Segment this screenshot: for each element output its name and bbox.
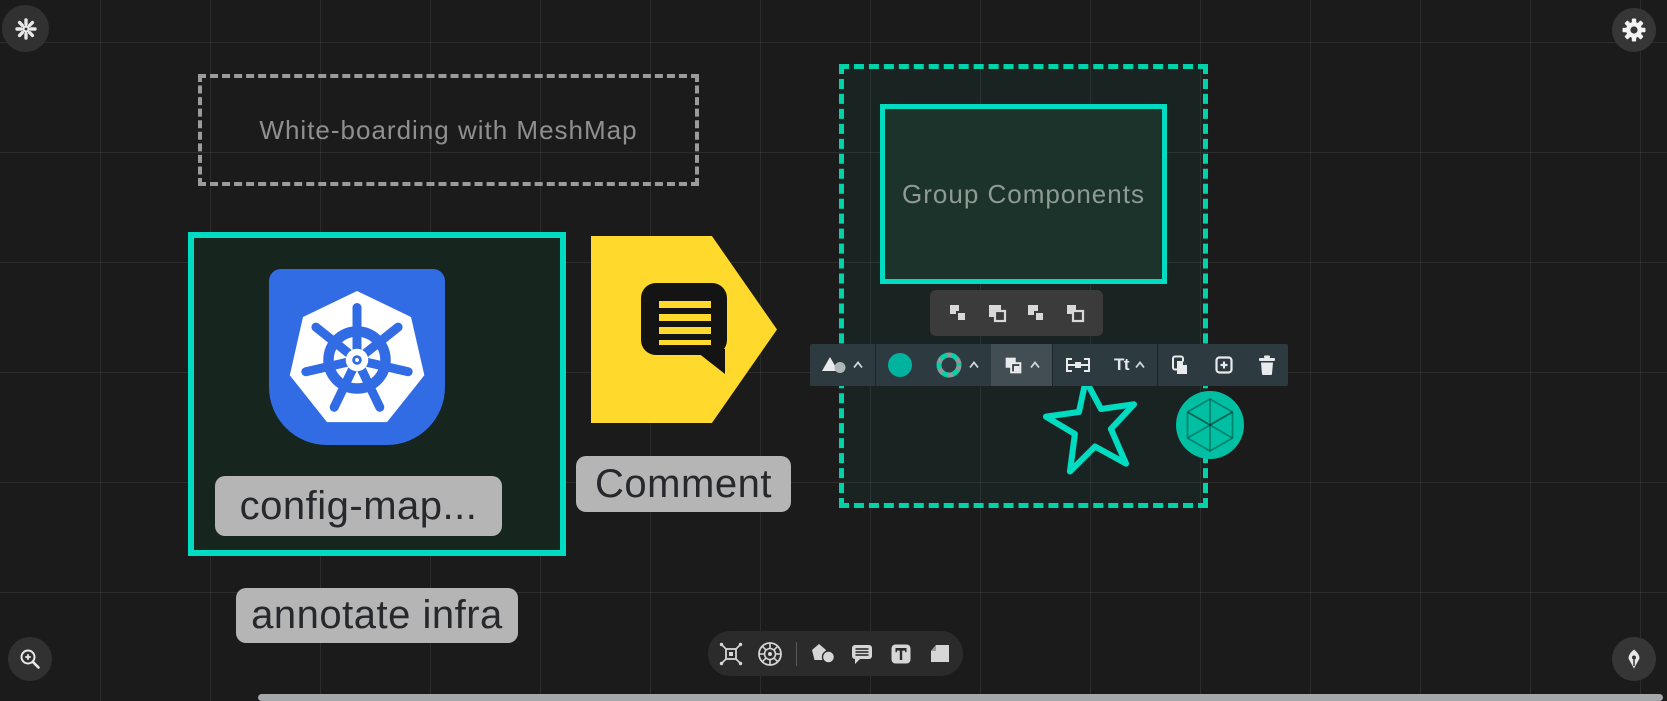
meshery-pattern-circle[interactable]: [1176, 391, 1244, 459]
send-backward-button[interactable]: [982, 298, 1012, 328]
component-name-text: config-map...: [240, 484, 478, 529]
kubernetes-wheel-icon: [282, 282, 432, 432]
chevron-up-icon: [852, 361, 864, 369]
dock-separator: [796, 642, 797, 666]
group-components-box[interactable]: Group Components: [880, 104, 1167, 284]
shapes-icon: [821, 356, 847, 374]
arrange-button[interactable]: [991, 344, 1052, 386]
text-style-button[interactable]: Tt: [1103, 344, 1157, 386]
bring-forward-button[interactable]: [1021, 298, 1051, 328]
fill-color-button[interactable]: [876, 344, 924, 386]
circuit-node-icon: [718, 641, 744, 667]
width-resize-icon: [1064, 356, 1092, 374]
horizontal-scrollbar[interactable]: [258, 694, 1663, 701]
whiteboard-note-box[interactable]: White-boarding with MeshMap: [198, 74, 699, 186]
shapes-tool-button[interactable]: [810, 641, 836, 667]
bring-forward-icon: [1024, 301, 1048, 325]
zoom-in-button[interactable]: [8, 637, 52, 681]
merge-node-tool-button[interactable]: [718, 641, 744, 667]
kubernetes-shape[interactable]: [269, 269, 445, 445]
tool-dock: [708, 631, 963, 676]
meshery-logo-icon: [13, 16, 39, 42]
comment-label-tag[interactable]: Comment: [576, 456, 791, 512]
bring-to-front-button[interactable]: [1060, 298, 1090, 328]
border-style-button[interactable]: [924, 344, 991, 386]
text-tool-button[interactable]: [888, 641, 914, 667]
text-style-label: Tt: [1114, 355, 1129, 375]
pen-nib-icon: [1622, 647, 1646, 671]
comment-shape[interactable]: [591, 236, 777, 423]
kubernetes-component-box[interactable]: config-map...: [188, 232, 566, 556]
chevron-up-icon: [1029, 361, 1041, 369]
kubernetes-wheel-icon: [757, 641, 783, 667]
speech-bubble-icon: [849, 641, 875, 667]
duplicate-plus-icon: [1213, 354, 1235, 376]
group-components-label: Group Components: [902, 179, 1145, 210]
annotation-text: annotate infra: [251, 593, 503, 638]
comment-label-text: Comment: [595, 462, 772, 507]
shape-picker-button[interactable]: [810, 344, 875, 386]
meshery-menu-button[interactable]: [2, 5, 49, 52]
annotation-tag[interactable]: annotate infra: [236, 588, 518, 643]
color-dot-icon: [887, 352, 913, 378]
comment-tool-button[interactable]: [849, 641, 875, 667]
gear-icon: [1621, 17, 1647, 43]
delete-button[interactable]: [1246, 344, 1288, 386]
shapes-filled-icon: [810, 642, 836, 666]
star-shape[interactable]: [1030, 370, 1154, 481]
copy-button[interactable]: [1158, 344, 1202, 386]
magnifier-plus-icon: [18, 647, 42, 671]
copy-icon: [1169, 354, 1191, 376]
kubernetes-tool-button[interactable]: [757, 641, 783, 667]
sticky-note-tool-button[interactable]: [927, 641, 953, 667]
text-square-icon: [888, 641, 914, 667]
duplicate-button[interactable]: [1202, 344, 1246, 386]
chevron-up-icon: [968, 361, 980, 369]
zorder-toolbar: [930, 290, 1103, 336]
component-name-tag[interactable]: config-map...: [215, 476, 502, 536]
resize-width-button[interactable]: [1053, 344, 1103, 386]
sticky-note-icon: [927, 641, 953, 667]
bring-to-front-icon: [1063, 301, 1087, 325]
send-backward-icon: [985, 301, 1009, 325]
send-to-back-button[interactable]: [943, 298, 973, 328]
whiteboard-canvas[interactable]: White-boarding with MeshMap: [0, 0, 1667, 701]
send-to-back-icon: [946, 301, 970, 325]
whiteboard-note-label: White-boarding with MeshMap: [259, 115, 637, 146]
dashed-circle-icon: [935, 351, 963, 379]
pen-button[interactable]: [1612, 637, 1656, 681]
trash-icon: [1257, 354, 1277, 376]
context-toolbar: Tt: [810, 344, 1288, 386]
speech-bubble-icon: [633, 277, 737, 377]
layers-icon: [1002, 354, 1024, 376]
settings-button[interactable]: [1612, 8, 1656, 52]
chevron-up-icon: [1134, 361, 1146, 369]
